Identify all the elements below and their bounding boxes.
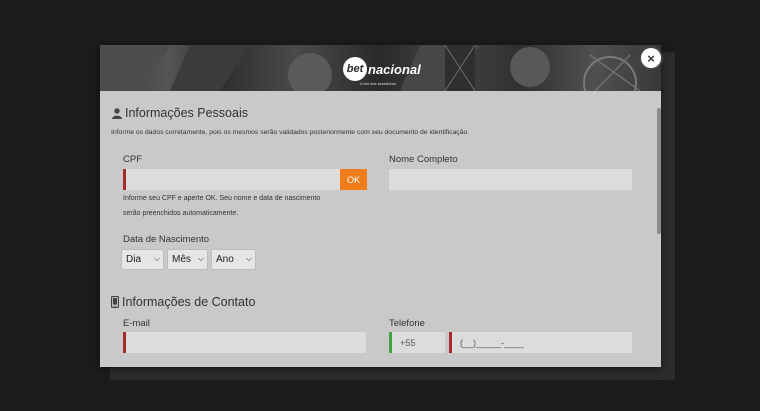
cpf-help-line-1: Informe seu CPF e aperte OK. Seu nome e …	[123, 195, 321, 202]
contact-info-title: Informações de Contato	[122, 295, 256, 309]
cpf-help-line-2: serão preenchidos automaticamente.	[123, 210, 239, 217]
modal-scrollbar[interactable]	[657, 108, 661, 234]
close-icon: ×	[647, 50, 655, 66]
logo-wordmark: nacional	[368, 61, 421, 77]
birth-date-label: Data de Nascimento	[123, 234, 210, 245]
personal-info-intro: Informe os dados corretamente, pois os m…	[111, 129, 470, 136]
full-name-input[interactable]	[389, 169, 632, 190]
birth-day-select[interactable]: Dia ⌵	[121, 249, 164, 270]
close-button[interactable]: ×	[641, 48, 661, 68]
birth-day-value: Dia	[126, 254, 142, 265]
logo-tagline: A bet dos brasileiros	[360, 81, 397, 86]
header-banner: bet nacional A bet dos brasileiros	[100, 45, 661, 91]
cpf-ok-button[interactable]: OK	[340, 169, 367, 190]
brand-logo: bet nacional	[343, 57, 421, 81]
phone-country-code[interactable]: +55	[389, 332, 445, 353]
full-name-label: Nome Completo	[389, 154, 458, 165]
birth-month-value: Mês	[172, 254, 191, 265]
chevron-down-icon: ⌵	[197, 254, 204, 263]
personal-info-heading: Informações Pessoais	[112, 106, 248, 120]
phone-number-input[interactable]: (__)_____-____	[449, 332, 632, 353]
chevron-down-icon: ⌵	[153, 254, 160, 263]
email-label: E-mail	[123, 318, 150, 329]
phone-label: Telefone	[389, 318, 425, 329]
personal-info-title: Informações Pessoais	[125, 106, 248, 120]
birth-year-value: Ano	[216, 254, 234, 265]
cpf-label: CPF	[123, 154, 142, 165]
birth-year-select[interactable]: Ano ⌵	[211, 249, 256, 270]
contact-info-heading: Informações de Contato	[111, 295, 255, 309]
registration-modal: bet nacional A bet dos brasileiros Infor…	[100, 45, 661, 367]
birth-month-select[interactable]: Mês ⌵	[167, 249, 208, 270]
phone-icon	[111, 296, 119, 308]
email-input[interactable]	[123, 332, 366, 353]
user-icon	[112, 107, 122, 119]
logo-mark: bet	[343, 57, 367, 81]
chevron-down-icon: ⌵	[245, 254, 252, 263]
cpf-input[interactable]	[123, 169, 340, 190]
